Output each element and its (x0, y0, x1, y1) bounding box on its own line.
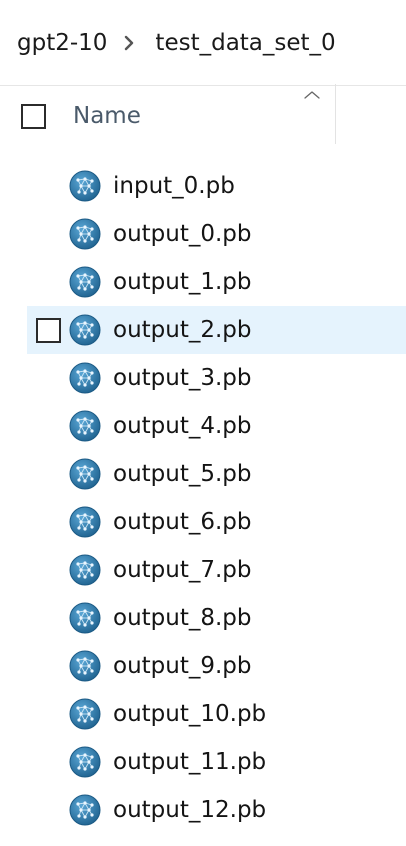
neural-network-file-icon (69, 266, 101, 298)
file-name: output_11.pb (113, 749, 267, 775)
file-row[interactable]: output_1.pb (0, 258, 406, 306)
file-name: output_12.pb (113, 797, 267, 823)
file-row[interactable]: output_3.pb (0, 354, 406, 402)
file-name: output_8.pb (113, 605, 252, 631)
file-row[interactable]: output_4.pb (0, 402, 406, 450)
file-row[interactable]: output_8.pb (0, 594, 406, 642)
neural-network-file-icon (69, 506, 101, 538)
file-row[interactable]: output_10.pb (0, 690, 406, 738)
file-name: output_10.pb (113, 701, 267, 727)
neural-network-file-icon (69, 794, 101, 826)
neural-network-file-icon (69, 458, 101, 490)
file-name: output_2.pb (113, 317, 252, 343)
file-row[interactable]: output_6.pb (0, 498, 406, 546)
file-row[interactable]: output_5.pb (0, 450, 406, 498)
file-name: output_1.pb (113, 269, 252, 295)
chevron-up-icon (303, 86, 321, 99)
neural-network-file-icon (69, 698, 101, 730)
file-row[interactable]: output_11.pb (0, 738, 406, 786)
file-row[interactable]: output_9.pb (0, 642, 406, 690)
file-name: input_0.pb (113, 173, 235, 199)
file-row[interactable]: output_0.pb (0, 210, 406, 258)
neural-network-file-icon (69, 218, 101, 250)
chevron-right-icon[interactable] (120, 34, 138, 52)
file-row[interactable]: output_12.pb (0, 786, 406, 834)
file-name: output_3.pb (113, 365, 252, 391)
breadcrumb: gpt2-10 test_data_set_0 (0, 0, 406, 86)
neural-network-file-icon (69, 554, 101, 586)
neural-network-file-icon (69, 410, 101, 442)
column-header-name[interactable]: Name (73, 103, 141, 129)
select-all-checkbox[interactable] (21, 104, 46, 129)
file-list: input_0.pb output_0.pb output_1.pb outpu… (0, 162, 406, 834)
file-name: output_4.pb (113, 413, 252, 439)
column-header-row: Name (0, 98, 406, 138)
file-row[interactable]: output_2.pb (0, 306, 406, 354)
file-row[interactable]: output_7.pb (0, 546, 406, 594)
neural-network-file-icon (69, 650, 101, 682)
file-name: output_0.pb (113, 221, 252, 247)
breadcrumb-item-current[interactable]: test_data_set_0 (155, 30, 335, 56)
neural-network-file-icon (69, 362, 101, 394)
row-checkbox[interactable] (36, 318, 61, 343)
neural-network-file-icon (69, 314, 101, 346)
file-row[interactable]: input_0.pb (0, 162, 406, 210)
neural-network-file-icon (69, 746, 101, 778)
file-name: output_9.pb (113, 653, 252, 679)
neural-network-file-icon (69, 170, 101, 202)
file-name: output_6.pb (113, 509, 252, 535)
file-name: output_5.pb (113, 461, 252, 487)
breadcrumb-item-parent[interactable]: gpt2-10 (17, 30, 107, 56)
neural-network-file-icon (69, 602, 101, 634)
file-name: output_7.pb (113, 557, 252, 583)
